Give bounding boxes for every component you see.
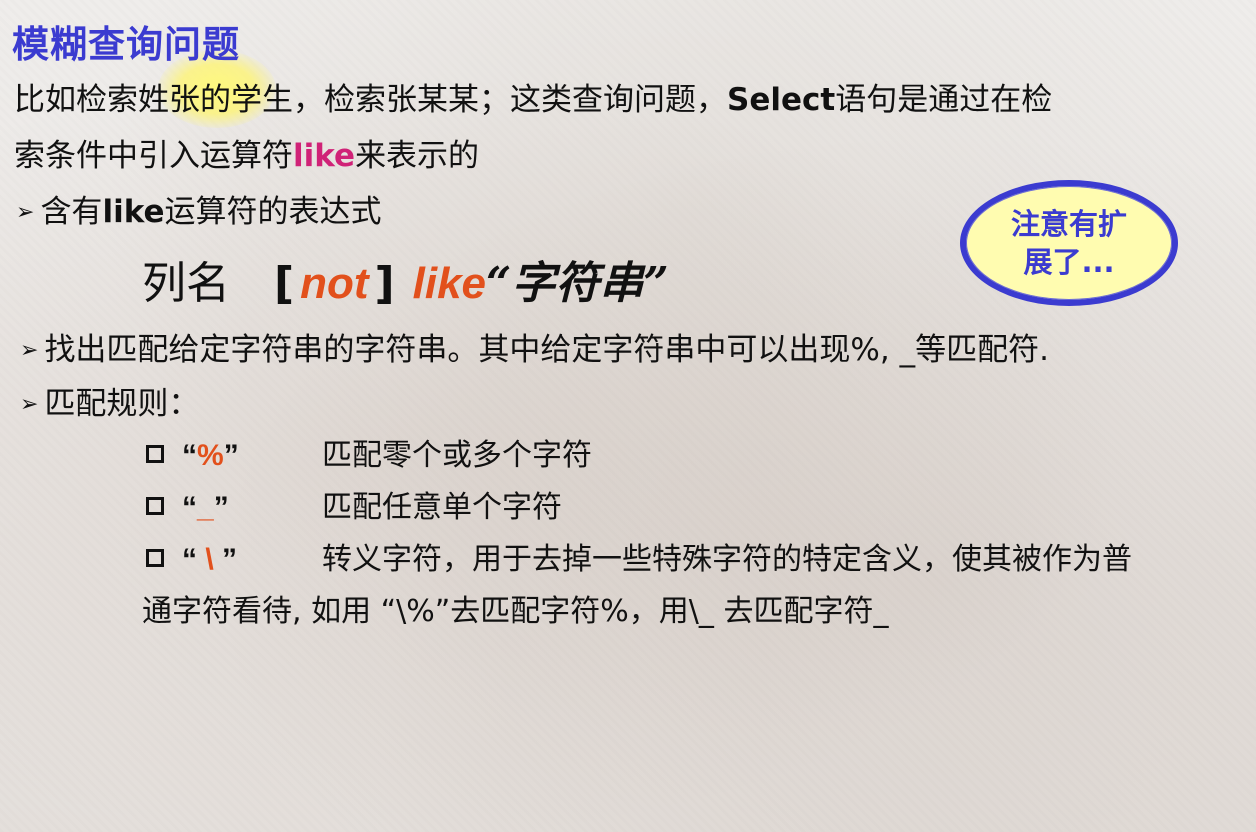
intro-text-c: 索条件中引入运算符 (14, 138, 293, 174)
intro-text-b: 语句是通过在检 (835, 82, 1053, 118)
checkbox-bullet-icon (146, 549, 164, 567)
intro-text-a: 比如检索姓张的学生，检索张某某；这类查询问题， (14, 82, 727, 118)
rule-description: 匹配任意单个字符 (322, 490, 562, 525)
syntax-close-bracket: ] (374, 258, 395, 309)
extension-callout: 注意有扩 展了... (960, 180, 1178, 306)
rule-symbol: “_” (182, 491, 229, 524)
select-keyword: Select (727, 82, 836, 118)
arrow-bullet-icon: ➢ (20, 338, 39, 363)
intro-line-1: 比如检索姓张的学生，检索张某某；这类查询问题，Select语句是通过在检 (14, 80, 1052, 120)
syntax-open-bracket: [ (274, 258, 295, 309)
bullet1-text-b: 运算符的表达式 (164, 194, 382, 230)
rule-escape: “ \ ” 转义字符，用于去掉一些特殊字符的特定含义，使其被作为普 (146, 540, 1132, 580)
intro-text-d: 来表示的 (355, 138, 480, 174)
syntax-not-keyword: not (300, 259, 369, 308)
callout-line-2: 展了... (1023, 245, 1115, 279)
callout-line-1: 注意有扩 (1010, 207, 1127, 241)
syntax-column-name: 列名 (142, 258, 230, 309)
bullet3-text: 匹配规则： (44, 386, 200, 422)
syntax-like-keyword: like (412, 259, 487, 308)
bullet-match-rules: ➢ 匹配规则： (20, 384, 199, 425)
rule-symbol: “ \ ” (182, 543, 238, 576)
arrow-bullet-icon: ➢ (16, 200, 35, 225)
like-syntax: 列名 [not] like“字符串” (142, 256, 669, 312)
like-keyword-highlight: like (293, 138, 356, 174)
bullet2-text: 找出匹配给定字符串的字符串。其中给定字符串中可以出现%, _等匹配符. (44, 332, 1049, 368)
rule-symbol: “%” (182, 439, 239, 472)
checkbox-bullet-icon (146, 445, 164, 463)
rule-underscore: “_” 匹配任意单个字符 (146, 488, 562, 528)
syntax-string-literal: “字符串” (486, 258, 669, 309)
bullet1-text-a: 含有 (40, 194, 103, 230)
rule-percent: “%” 匹配零个或多个字符 (146, 436, 592, 476)
slide-title: 模糊查询问题 (12, 23, 240, 66)
rule-description: 匹配零个或多个字符 (322, 438, 592, 473)
bullet-match-description: ➢ 找出匹配给定字符串的字符串。其中给定字符串中可以出现%, _等匹配符. (20, 330, 1049, 371)
intro-line-2: 索条件中引入运算符like来表示的 (14, 136, 479, 176)
arrow-bullet-icon: ➢ (20, 392, 39, 417)
bullet-like-expression: ➢ 含有like运算符的表达式 (16, 192, 382, 233)
bullet1-like-word: like (102, 194, 165, 230)
rule-description: 转义字符，用于去掉一些特殊字符的特定含义，使其被作为普 (322, 542, 1132, 577)
rule-escape-continuation: 通字符看待, 如用 “\%”去匹配字符%，用\_ 去匹配字符_ (142, 594, 889, 629)
checkbox-bullet-icon (146, 497, 164, 515)
